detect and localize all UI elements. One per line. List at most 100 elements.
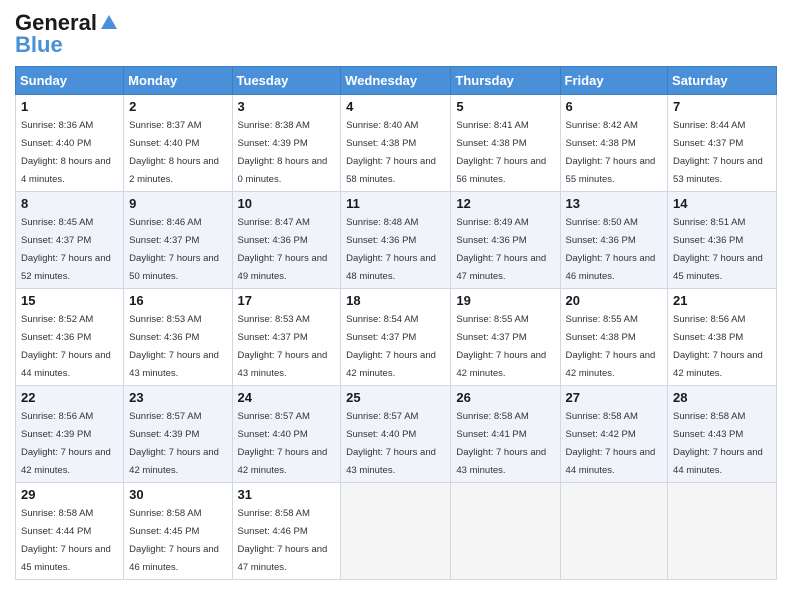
day-number: 27: [566, 390, 663, 405]
day-number: 1: [21, 99, 118, 114]
day-number: 17: [238, 293, 336, 308]
col-header-saturday: Saturday: [668, 67, 777, 95]
calendar-cell: 28 Sunrise: 8:58 AMSunset: 4:43 PMDaylig…: [668, 386, 777, 483]
calendar-header-row: SundayMondayTuesdayWednesdayThursdayFrid…: [16, 67, 777, 95]
col-header-thursday: Thursday: [451, 67, 560, 95]
calendar-cell: 29 Sunrise: 8:58 AMSunset: 4:44 PMDaylig…: [16, 483, 124, 580]
calendar-cell: 20 Sunrise: 8:55 AMSunset: 4:38 PMDaylig…: [560, 289, 668, 386]
calendar-cell: 10 Sunrise: 8:47 AMSunset: 4:36 PMDaylig…: [232, 192, 341, 289]
day-number: 4: [346, 99, 445, 114]
day-number: 10: [238, 196, 336, 211]
calendar-cell: 24 Sunrise: 8:57 AMSunset: 4:40 PMDaylig…: [232, 386, 341, 483]
day-number: 20: [566, 293, 663, 308]
day-number: 24: [238, 390, 336, 405]
calendar-cell: 8 Sunrise: 8:45 AMSunset: 4:37 PMDayligh…: [16, 192, 124, 289]
day-number: 2: [129, 99, 226, 114]
day-detail: Sunrise: 8:48 AMSunset: 4:36 PMDaylight:…: [346, 217, 436, 282]
day-detail: Sunrise: 8:36 AMSunset: 4:40 PMDaylight:…: [21, 120, 111, 185]
calendar-cell: 16 Sunrise: 8:53 AMSunset: 4:36 PMDaylig…: [124, 289, 232, 386]
calendar-cell: 15 Sunrise: 8:52 AMSunset: 4:36 PMDaylig…: [16, 289, 124, 386]
page-container: General Blue SundayMondayTuesdayWednesda…: [0, 0, 792, 590]
day-detail: Sunrise: 8:55 AMSunset: 4:38 PMDaylight:…: [566, 314, 656, 379]
day-detail: Sunrise: 8:56 AMSunset: 4:39 PMDaylight:…: [21, 411, 111, 476]
calendar-cell: 22 Sunrise: 8:56 AMSunset: 4:39 PMDaylig…: [16, 386, 124, 483]
day-detail: Sunrise: 8:57 AMSunset: 4:40 PMDaylight:…: [346, 411, 436, 476]
day-number: 16: [129, 293, 226, 308]
day-detail: Sunrise: 8:47 AMSunset: 4:36 PMDaylight:…: [238, 217, 328, 282]
day-number: 23: [129, 390, 226, 405]
day-detail: Sunrise: 8:49 AMSunset: 4:36 PMDaylight:…: [456, 217, 546, 282]
day-number: 21: [673, 293, 771, 308]
calendar-table: SundayMondayTuesdayWednesdayThursdayFrid…: [15, 66, 777, 580]
calendar-week-2: 8 Sunrise: 8:45 AMSunset: 4:37 PMDayligh…: [16, 192, 777, 289]
calendar-cell: 6 Sunrise: 8:42 AMSunset: 4:38 PMDayligh…: [560, 95, 668, 192]
day-detail: Sunrise: 8:55 AMSunset: 4:37 PMDaylight:…: [456, 314, 546, 379]
day-detail: Sunrise: 8:53 AMSunset: 4:36 PMDaylight:…: [129, 314, 219, 379]
day-number: 13: [566, 196, 663, 211]
calendar-cell: [341, 483, 451, 580]
day-detail: Sunrise: 8:50 AMSunset: 4:36 PMDaylight:…: [566, 217, 656, 282]
day-detail: Sunrise: 8:54 AMSunset: 4:37 PMDaylight:…: [346, 314, 436, 379]
calendar-week-4: 22 Sunrise: 8:56 AMSunset: 4:39 PMDaylig…: [16, 386, 777, 483]
day-detail: Sunrise: 8:58 AMSunset: 4:44 PMDaylight:…: [21, 508, 111, 573]
day-detail: Sunrise: 8:40 AMSunset: 4:38 PMDaylight:…: [346, 120, 436, 185]
day-number: 3: [238, 99, 336, 114]
calendar-cell: 1 Sunrise: 8:36 AMSunset: 4:40 PMDayligh…: [16, 95, 124, 192]
day-number: 26: [456, 390, 554, 405]
calendar-cell: 9 Sunrise: 8:46 AMSunset: 4:37 PMDayligh…: [124, 192, 232, 289]
logo-icon: [99, 13, 119, 33]
calendar-cell: 21 Sunrise: 8:56 AMSunset: 4:38 PMDaylig…: [668, 289, 777, 386]
day-detail: Sunrise: 8:37 AMSunset: 4:40 PMDaylight:…: [129, 120, 219, 185]
calendar-cell: [560, 483, 668, 580]
day-detail: Sunrise: 8:58 AMSunset: 4:46 PMDaylight:…: [238, 508, 328, 573]
logo-blue-text: Blue: [15, 32, 63, 58]
day-number: 8: [21, 196, 118, 211]
calendar-week-3: 15 Sunrise: 8:52 AMSunset: 4:36 PMDaylig…: [16, 289, 777, 386]
calendar-cell: 4 Sunrise: 8:40 AMSunset: 4:38 PMDayligh…: [341, 95, 451, 192]
calendar-cell: 11 Sunrise: 8:48 AMSunset: 4:36 PMDaylig…: [341, 192, 451, 289]
day-number: 22: [21, 390, 118, 405]
day-detail: Sunrise: 8:51 AMSunset: 4:36 PMDaylight:…: [673, 217, 763, 282]
day-detail: Sunrise: 8:44 AMSunset: 4:37 PMDaylight:…: [673, 120, 763, 185]
day-number: 31: [238, 487, 336, 502]
day-number: 6: [566, 99, 663, 114]
day-detail: Sunrise: 8:58 AMSunset: 4:41 PMDaylight:…: [456, 411, 546, 476]
calendar-cell: [451, 483, 560, 580]
day-number: 5: [456, 99, 554, 114]
calendar-cell: 5 Sunrise: 8:41 AMSunset: 4:38 PMDayligh…: [451, 95, 560, 192]
logo: General Blue: [15, 10, 119, 58]
day-detail: Sunrise: 8:52 AMSunset: 4:36 PMDaylight:…: [21, 314, 111, 379]
col-header-wednesday: Wednesday: [341, 67, 451, 95]
day-detail: Sunrise: 8:58 AMSunset: 4:42 PMDaylight:…: [566, 411, 656, 476]
calendar-cell: 31 Sunrise: 8:58 AMSunset: 4:46 PMDaylig…: [232, 483, 341, 580]
day-detail: Sunrise: 8:57 AMSunset: 4:39 PMDaylight:…: [129, 411, 219, 476]
col-header-tuesday: Tuesday: [232, 67, 341, 95]
calendar-cell: 3 Sunrise: 8:38 AMSunset: 4:39 PMDayligh…: [232, 95, 341, 192]
col-header-monday: Monday: [124, 67, 232, 95]
day-detail: Sunrise: 8:41 AMSunset: 4:38 PMDaylight:…: [456, 120, 546, 185]
day-detail: Sunrise: 8:58 AMSunset: 4:45 PMDaylight:…: [129, 508, 219, 573]
calendar-cell: 18 Sunrise: 8:54 AMSunset: 4:37 PMDaylig…: [341, 289, 451, 386]
calendar-cell: 14 Sunrise: 8:51 AMSunset: 4:36 PMDaylig…: [668, 192, 777, 289]
calendar-cell: 30 Sunrise: 8:58 AMSunset: 4:45 PMDaylig…: [124, 483, 232, 580]
calendar-cell: 7 Sunrise: 8:44 AMSunset: 4:37 PMDayligh…: [668, 95, 777, 192]
calendar-cell: 19 Sunrise: 8:55 AMSunset: 4:37 PMDaylig…: [451, 289, 560, 386]
day-number: 15: [21, 293, 118, 308]
day-number: 14: [673, 196, 771, 211]
calendar-cell: 27 Sunrise: 8:58 AMSunset: 4:42 PMDaylig…: [560, 386, 668, 483]
day-detail: Sunrise: 8:58 AMSunset: 4:43 PMDaylight:…: [673, 411, 763, 476]
day-number: 25: [346, 390, 445, 405]
calendar-cell: [668, 483, 777, 580]
day-number: 7: [673, 99, 771, 114]
calendar-cell: 2 Sunrise: 8:37 AMSunset: 4:40 PMDayligh…: [124, 95, 232, 192]
day-detail: Sunrise: 8:42 AMSunset: 4:38 PMDaylight:…: [566, 120, 656, 185]
day-detail: Sunrise: 8:46 AMSunset: 4:37 PMDaylight:…: [129, 217, 219, 282]
day-number: 11: [346, 196, 445, 211]
calendar-cell: 12 Sunrise: 8:49 AMSunset: 4:36 PMDaylig…: [451, 192, 560, 289]
header: General Blue: [15, 10, 777, 58]
day-number: 28: [673, 390, 771, 405]
day-detail: Sunrise: 8:57 AMSunset: 4:40 PMDaylight:…: [238, 411, 328, 476]
calendar-cell: 23 Sunrise: 8:57 AMSunset: 4:39 PMDaylig…: [124, 386, 232, 483]
day-number: 18: [346, 293, 445, 308]
col-header-sunday: Sunday: [16, 67, 124, 95]
